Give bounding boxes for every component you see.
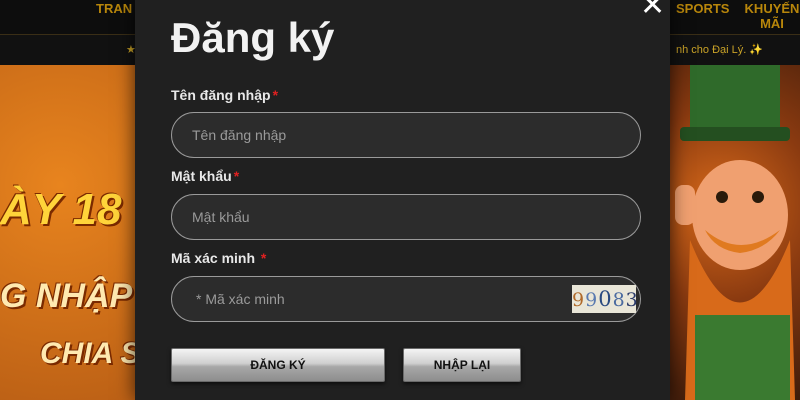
captcha-char: 9 [585,289,599,311]
captcha-image[interactable]: 99083 [572,285,639,313]
password-field[interactable] [171,194,641,240]
register-button[interactable]: ĐĂNG KÝ [171,348,385,382]
ticker-text: nh cho Đại Lý. ✨ [676,44,764,56]
required-asterisk: * [260,250,267,266]
username-label: Tên đăng nhập * [171,87,278,103]
captcha-field[interactable]: 99083 [171,276,641,322]
leprechaun-mascot-icon [675,65,795,400]
captcha-label-text: Mã xác minh [171,250,256,266]
captcha-char: 3 [625,289,639,311]
password-label-text: Mật khẩu [171,168,232,184]
captcha-char: 8 [612,289,626,311]
banner-headline-2: G NHẬP [0,277,133,315]
required-asterisk: * [272,87,279,103]
username-field[interactable] [171,112,641,158]
required-asterisk: * [233,168,240,184]
password-input[interactable] [172,195,640,239]
register-modal: Đăng ký Tên đăng nhập* Mật khẩu* Mã xác … [135,0,670,400]
banner-headline-3: CHIA S [40,337,141,370]
captcha-char: 0 [598,287,613,311]
captcha-label: Mã xác minh * [171,250,266,266]
reset-button[interactable]: NHẬP LẠI [403,348,521,382]
username-label-text: Tên đăng nhập [171,87,271,103]
username-input[interactable] [172,113,640,157]
captcha-char: 9 [572,289,586,311]
banner-headline-1: ÀY 18 [0,185,122,234]
nav-item-sports[interactable]: SPORTS [676,1,729,16]
close-icon[interactable]: ✕ [640,0,665,21]
captcha-input[interactable] [172,277,640,321]
password-label: Mật khẩu * [171,168,239,184]
modal-title: Đăng ký [171,14,335,61]
nav-item-promotions[interactable]: KHUYẾN MÃI [744,1,800,31]
nav-item-tran[interactable]: TRAN [96,1,132,16]
